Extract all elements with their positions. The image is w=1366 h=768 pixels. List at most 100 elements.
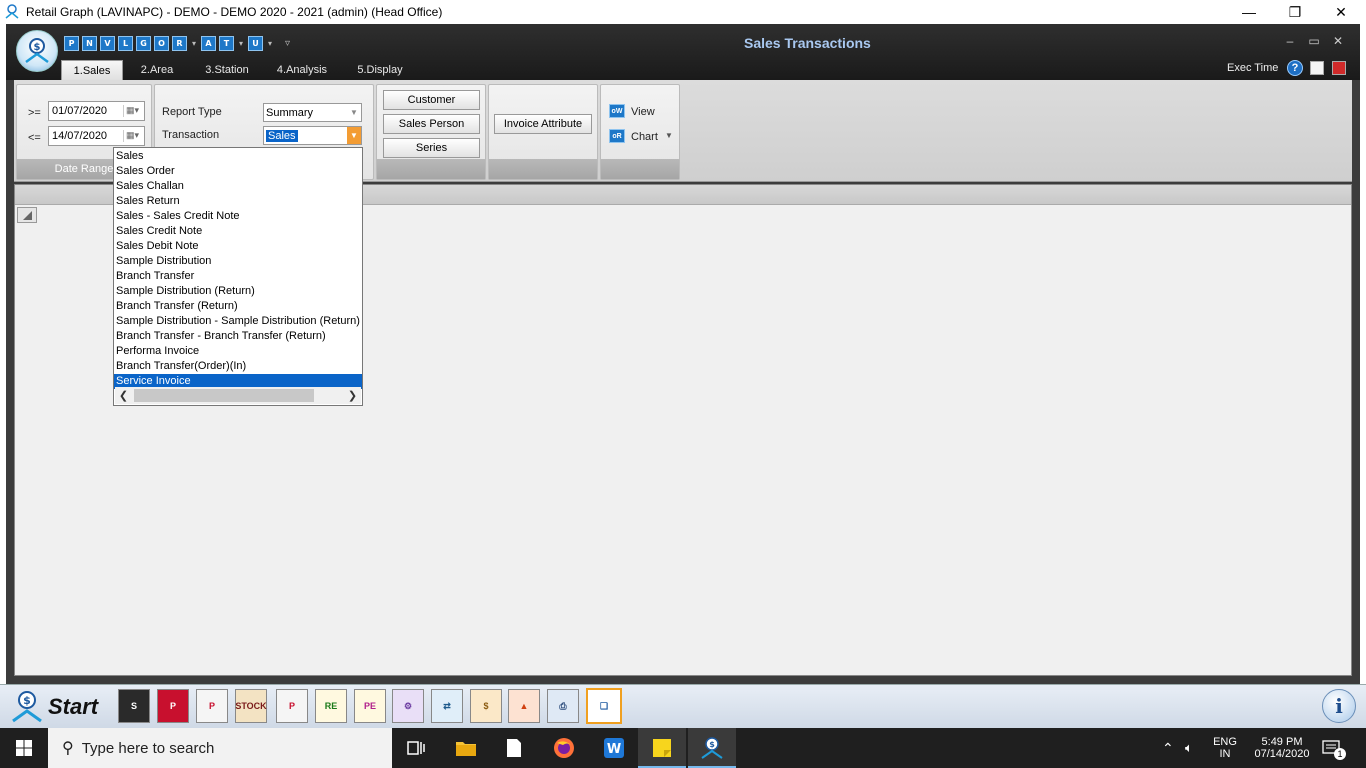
shapes-icon[interactable]: ▲ — [508, 689, 540, 723]
transaction-option[interactable]: Sales Challan — [114, 179, 362, 194]
form-minimize-button[interactable]: ‒ — [1280, 34, 1300, 48]
chart-dropdown-icon[interactable]: ▼ — [665, 131, 673, 140]
pos-icon[interactable]: P — [276, 689, 308, 723]
v-report-icon[interactable]: V — [100, 35, 115, 51]
show-hidden-icons[interactable]: ⌃ — [1162, 728, 1174, 768]
form-restore-button[interactable]: ▭ — [1304, 34, 1324, 48]
start-button[interactable]: Start — [48, 694, 98, 720]
customize-qat-icon[interactable]: ▿ — [285, 38, 290, 49]
firefox-icon[interactable] — [540, 728, 588, 768]
volume-icon[interactable]: 🔈︎ — [1185, 728, 1193, 768]
task-view-icon[interactable] — [392, 728, 440, 768]
window-title: Retail Graph (LAVINAPC) - DEMO - DEMO 20… — [26, 5, 443, 19]
scroll-left-icon[interactable]: ❮ — [115, 387, 132, 404]
notes-icon[interactable] — [1310, 61, 1324, 75]
transaction-option[interactable]: Sales Credit Note — [114, 224, 362, 239]
info-icon[interactable]: i — [1322, 689, 1356, 723]
tab-station[interactable]: 3.Station — [196, 60, 258, 80]
transaction-dropdown-list: Sales Sales Order Sales Challan Sales Retur… — [113, 147, 363, 406]
a-report-icon[interactable]: A — [201, 35, 216, 51]
purchase-ledger-icon[interactable]: P — [157, 689, 189, 723]
windows-logo-icon — [16, 740, 32, 756]
word-app-icon[interactable]: W — [590, 728, 638, 768]
g-report-icon[interactable]: G — [136, 35, 151, 51]
chart-button[interactable]: Chart — [631, 131, 658, 143]
help-icon[interactable]: ? — [1287, 60, 1303, 76]
transaction-option[interactable]: Sample Distribution — [114, 254, 362, 269]
chevron-down-icon[interactable]: ▾ — [266, 39, 274, 48]
transaction-option[interactable]: Sample Distribution - Sample Distributio… — [114, 314, 362, 329]
chevron-down-icon[interactable]: ▼ — [347, 127, 361, 144]
transaction-option[interactable]: Branch Transfer — [114, 269, 362, 284]
transaction-option[interactable]: Sales - Sales Credit Note — [114, 209, 362, 224]
report-type-select[interactable]: Summary ▼ — [263, 103, 362, 122]
u-report-icon[interactable]: U — [248, 35, 263, 51]
money-bag-icon[interactable]: $ — [470, 689, 502, 723]
receipt-entry-icon[interactable]: RE — [315, 689, 347, 723]
to-calendar-icon[interactable]: ▦▾ — [123, 130, 141, 142]
chevron-down-icon[interactable]: ▾ — [190, 39, 198, 48]
notification-center-icon[interactable]: 1 — [1322, 728, 1346, 768]
sticky-notes-icon[interactable] — [638, 728, 686, 768]
scroll-thumb[interactable] — [134, 389, 314, 402]
transaction-option[interactable]: Branch Transfer(Order)(In) — [114, 359, 362, 374]
file-explorer-icon[interactable] — [442, 728, 490, 768]
windows-start-button[interactable] — [0, 728, 48, 768]
stock-book-icon[interactable]: STOCK — [235, 689, 267, 723]
printer-icon[interactable]: ⎙ — [547, 689, 579, 723]
transaction-option[interactable]: Branch Transfer (Return) — [114, 299, 362, 314]
language-indicator[interactable]: ENG IN — [1206, 728, 1244, 768]
to-date-field[interactable]: 14/07/2020 ▦▾ — [48, 126, 145, 146]
copy-icon[interactable]: ❏ — [586, 688, 622, 724]
invoice-attribute-button[interactable]: Invoice Attribute — [494, 114, 592, 134]
r-report-icon[interactable]: R — [172, 35, 187, 51]
sales-person-button[interactable]: Sales Person — [383, 114, 480, 134]
purchase-entry-icon[interactable]: P — [196, 689, 228, 723]
form-close-button[interactable]: ✕ — [1328, 34, 1348, 48]
notification-count-badge: 1 — [1334, 748, 1346, 760]
from-calendar-icon[interactable]: ▦▾ — [123, 105, 141, 117]
view-button[interactable]: View — [631, 106, 655, 118]
taskbar-search-box[interactable]: ⚲ Type here to search — [48, 728, 392, 768]
t-report-icon[interactable]: T — [219, 35, 234, 51]
user-tools-icon[interactable]: ⚙ — [392, 689, 424, 723]
grid-select-all-corner[interactable] — [17, 207, 37, 223]
transaction-option[interactable]: Sales — [114, 149, 362, 164]
transaction-option[interactable]: Performa Invoice — [114, 344, 362, 359]
o-report-icon[interactable]: O — [154, 35, 169, 51]
from-date-field[interactable]: 01/07/2020 ▦▾ — [48, 101, 145, 121]
tab-area[interactable]: 2.Area — [131, 60, 183, 80]
svg-text:$: $ — [709, 740, 715, 749]
scroll-right-icon[interactable]: ❯ — [344, 387, 361, 404]
n-report-icon[interactable]: N — [82, 35, 97, 51]
payment-entry-icon[interactable]: PE — [354, 689, 386, 723]
tab-analysis[interactable]: 4.Analysis — [271, 60, 333, 80]
data-transfer-icon[interactable]: ⇄ — [431, 689, 463, 723]
tab-display[interactable]: 5.Display — [349, 60, 411, 80]
p-report-icon[interactable]: P — [64, 35, 79, 51]
series-button[interactable]: Series — [383, 138, 480, 158]
retail-graph-taskbar-icon[interactable]: $ — [688, 728, 736, 768]
chevron-down-icon[interactable]: ▾ — [237, 39, 245, 48]
exit-icon[interactable] — [1332, 61, 1346, 75]
window-close-button[interactable]: ✕ — [1318, 0, 1364, 24]
transaction-option[interactable]: Sales Return — [114, 194, 362, 209]
window-restore-button[interactable]: ❐ — [1272, 0, 1318, 24]
document-icon[interactable] — [490, 728, 538, 768]
invoice-attribute-group-label — [489, 159, 597, 179]
dropdown-horizontal-scrollbar[interactable]: ❮ ❯ — [115, 387, 361, 404]
transaction-option[interactable]: Branch Transfer - Branch Transfer (Retur… — [114, 329, 362, 344]
start-logo-icon[interactable]: $ — [10, 689, 44, 725]
sales-ledger-icon[interactable]: S — [118, 689, 150, 723]
window-minimize-button[interactable]: — — [1226, 0, 1272, 24]
l-report-icon[interactable]: L — [118, 35, 133, 51]
ribbon-header: $ P N V L G O R ▾ A T ▾ U ▾ ▿ Sales Transactions ‒ ▭ … — [6, 24, 1360, 80]
transaction-option[interactable]: Sales Debit Note — [114, 239, 362, 254]
transaction-option[interactable]: Sales Order — [114, 164, 362, 179]
app-launcher-bar: $ Start S P P STOCK P RE PE ⚙ ⇄ $ ▲ ⎙ ❏ i — [0, 684, 1366, 728]
transaction-option[interactable]: Sample Distribution (Return) — [114, 284, 362, 299]
customer-button[interactable]: Customer — [383, 90, 480, 110]
transaction-select[interactable]: Sales ▼ — [263, 126, 362, 145]
clock[interactable]: 5:49 PM 07/14/2020 — [1248, 728, 1316, 768]
tab-sales[interactable]: 1.Sales — [61, 60, 123, 80]
